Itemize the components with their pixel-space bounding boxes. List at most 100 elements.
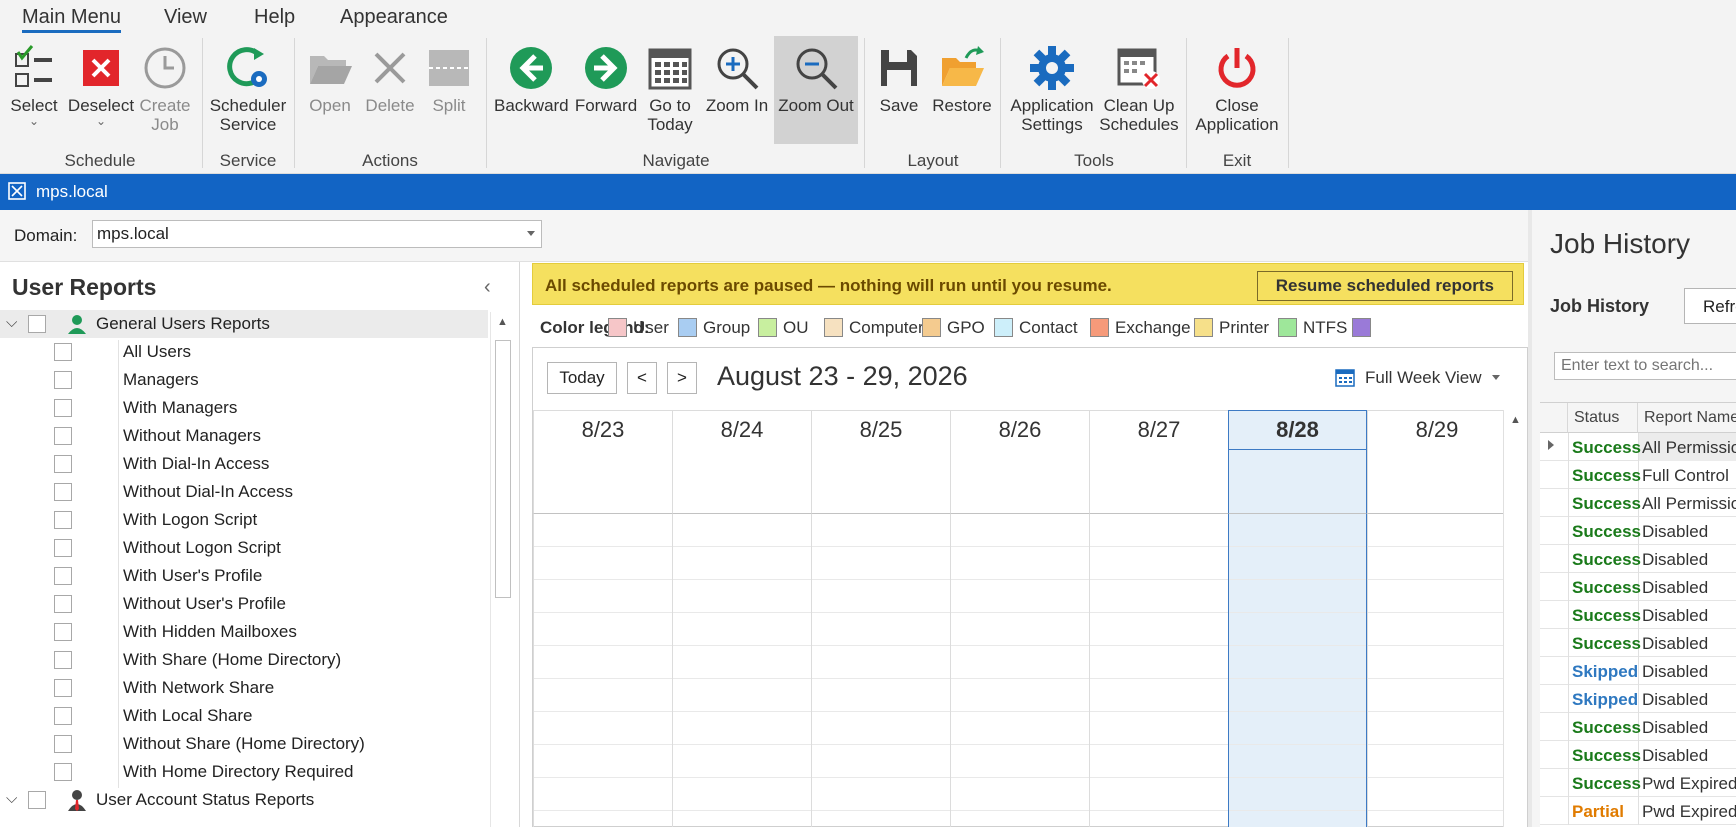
scheduler-service-button[interactable]: Scheduler Service bbox=[208, 36, 288, 144]
tree-item[interactable]: Without Managers bbox=[0, 422, 488, 450]
tree-checkbox[interactable] bbox=[54, 567, 72, 585]
tree-checkbox[interactable] bbox=[54, 483, 72, 501]
dropdown-arrow-icon[interactable] bbox=[527, 231, 535, 236]
tree-checkbox[interactable] bbox=[54, 399, 72, 417]
view-selector[interactable]: Full Week View bbox=[1335, 368, 1500, 388]
job-history-row[interactable]: Success Full Control bbox=[1540, 461, 1736, 489]
tree-item[interactable]: With Logon Script bbox=[0, 506, 488, 534]
job-history-row[interactable]: SuccessAll Permissions bbox=[1540, 433, 1736, 461]
tree-item[interactable]: With User's Profile bbox=[0, 562, 488, 590]
tree-group-account-status[interactable]: ⌵ User Account Status Reports bbox=[0, 786, 488, 814]
chevron-down-icon[interactable]: ⌵ bbox=[6, 314, 17, 331]
job-history-row[interactable]: Success Disabled bbox=[1540, 741, 1736, 769]
split-button[interactable]: Split bbox=[420, 36, 478, 144]
select-button[interactable]: Select ⌄ bbox=[6, 36, 62, 144]
day-header[interactable]: 8/29 bbox=[1367, 410, 1506, 450]
tree-checkbox[interactable] bbox=[28, 791, 46, 809]
calendar-scrollbar[interactable]: ▲ bbox=[1503, 410, 1527, 827]
job-history-row[interactable]: Partial Pwd Expired bbox=[1540, 797, 1736, 825]
forward-button[interactable]: Forward bbox=[572, 36, 640, 144]
open-button[interactable]: Open bbox=[300, 36, 360, 144]
menu-view[interactable]: View bbox=[164, 6, 207, 29]
refresh-button[interactable]: Refresh bbox=[1684, 288, 1736, 324]
document-tab-title[interactable]: mps.local bbox=[36, 182, 108, 202]
day-column[interactable] bbox=[672, 514, 811, 827]
zoom-in-button[interactable]: Zoom In bbox=[702, 36, 772, 144]
tree-item[interactable]: With Share (Home Directory) bbox=[0, 646, 488, 674]
today-button[interactable]: Today bbox=[547, 362, 617, 394]
tree-item[interactable]: With Hidden Mailboxes bbox=[0, 618, 488, 646]
menu-appearance[interactable]: Appearance bbox=[340, 6, 448, 29]
day-column[interactable] bbox=[533, 514, 672, 827]
tree-item[interactable]: With Dial-In Access bbox=[0, 450, 488, 478]
tree-checkbox[interactable] bbox=[28, 315, 46, 333]
job-history-row[interactable]: Skipped Disabled bbox=[1540, 685, 1736, 713]
create-job-button[interactable]: Create Job bbox=[138, 36, 192, 144]
day-header[interactable]: 8/27 bbox=[1089, 410, 1228, 450]
scroll-up-icon[interactable]: ▲ bbox=[497, 316, 508, 328]
all-day-cell[interactable] bbox=[811, 450, 950, 514]
day-header[interactable]: 8/23 bbox=[533, 410, 672, 450]
day-header[interactable]: 8/24 bbox=[672, 410, 811, 450]
collapse-panel-icon[interactable]: ‹ bbox=[484, 276, 491, 299]
all-day-cell[interactable] bbox=[1367, 450, 1506, 514]
day-column[interactable] bbox=[1367, 514, 1506, 827]
deselect-button[interactable]: Deselect ⌄ bbox=[66, 36, 136, 144]
tree-checkbox[interactable] bbox=[54, 707, 72, 725]
tree-scrollbar[interactable]: ▲ bbox=[490, 312, 514, 827]
clean-up-schedules-button[interactable]: Clean Up Schedules bbox=[1098, 36, 1180, 144]
status-column-header[interactable]: Status bbox=[1568, 403, 1638, 433]
close-application-button[interactable]: Close Application bbox=[1192, 36, 1282, 144]
tree-checkbox[interactable] bbox=[54, 539, 72, 557]
tree-checkbox[interactable] bbox=[54, 427, 72, 445]
previous-week-button[interactable]: < bbox=[627, 362, 657, 394]
day-header[interactable]: 8/25 bbox=[811, 410, 950, 450]
job-history-row[interactable]: Success Pwd Expired bbox=[1540, 769, 1736, 797]
tree-checkbox[interactable] bbox=[54, 623, 72, 641]
tree-item[interactable]: Managers bbox=[0, 366, 488, 394]
scrollbar-thumb[interactable] bbox=[495, 340, 511, 598]
day-header[interactable]: 8/28 bbox=[1228, 410, 1367, 450]
tree-item[interactable]: Without Logon Script bbox=[0, 534, 488, 562]
all-day-cell[interactable] bbox=[672, 450, 811, 514]
day-column[interactable] bbox=[950, 514, 1089, 827]
domain-combobox[interactable]: mps.local bbox=[92, 220, 542, 248]
menu-main[interactable]: Main Menu bbox=[22, 6, 121, 33]
job-history-row[interactable]: Success Disabled bbox=[1540, 713, 1736, 741]
tree-item[interactable]: With Home Directory Required bbox=[0, 758, 488, 786]
tree-checkbox[interactable] bbox=[54, 511, 72, 529]
tree-checkbox[interactable] bbox=[54, 763, 72, 781]
job-history-tab[interactable]: Job History bbox=[1550, 296, 1649, 317]
save-button[interactable]: Save bbox=[872, 36, 926, 144]
job-history-row[interactable]: Success Disabled bbox=[1540, 517, 1736, 545]
tree-checkbox[interactable] bbox=[54, 595, 72, 613]
tree-checkbox[interactable] bbox=[54, 735, 72, 753]
resume-scheduled-reports-button[interactable]: Resume scheduled reports bbox=[1256, 271, 1513, 301]
tree-item[interactable]: Without Share (Home Directory) bbox=[0, 730, 488, 758]
next-week-button[interactable]: > bbox=[667, 362, 697, 394]
report-name-column-header[interactable]: Report Name bbox=[1638, 403, 1736, 433]
delete-button[interactable]: Delete bbox=[362, 36, 418, 144]
day-column[interactable] bbox=[811, 514, 950, 827]
all-day-cell[interactable] bbox=[950, 450, 1089, 514]
menu-help[interactable]: Help bbox=[254, 6, 295, 29]
job-history-row[interactable]: Success Disabled bbox=[1540, 545, 1736, 573]
job-history-row[interactable]: Success Disabled bbox=[1540, 629, 1736, 657]
tree-item[interactable]: Without Dial-In Access bbox=[0, 478, 488, 506]
backward-button[interactable]: Backward bbox=[494, 36, 569, 144]
tree-item[interactable]: Without User's Profile bbox=[0, 590, 488, 618]
chevron-down-icon[interactable]: ⌵ bbox=[6, 790, 17, 807]
application-settings-button[interactable]: Application Settings bbox=[1008, 36, 1096, 144]
tree-checkbox[interactable] bbox=[54, 679, 72, 697]
day-column[interactable] bbox=[1228, 514, 1367, 827]
scroll-up-icon[interactable]: ▲ bbox=[1510, 414, 1521, 426]
expand-row-icon[interactable] bbox=[1548, 440, 1554, 450]
tree-checkbox[interactable] bbox=[54, 455, 72, 473]
day-column[interactable] bbox=[1089, 514, 1228, 827]
tree-group-general-users[interactable]: ⌵ General Users Reports bbox=[0, 310, 488, 338]
all-day-cell[interactable] bbox=[533, 450, 672, 514]
all-day-cell[interactable] bbox=[1089, 450, 1228, 514]
job-history-row[interactable]: Success Disabled bbox=[1540, 601, 1736, 629]
go-to-today-button[interactable]: Go to Today bbox=[642, 36, 698, 144]
day-header[interactable]: 8/26 bbox=[950, 410, 1089, 450]
